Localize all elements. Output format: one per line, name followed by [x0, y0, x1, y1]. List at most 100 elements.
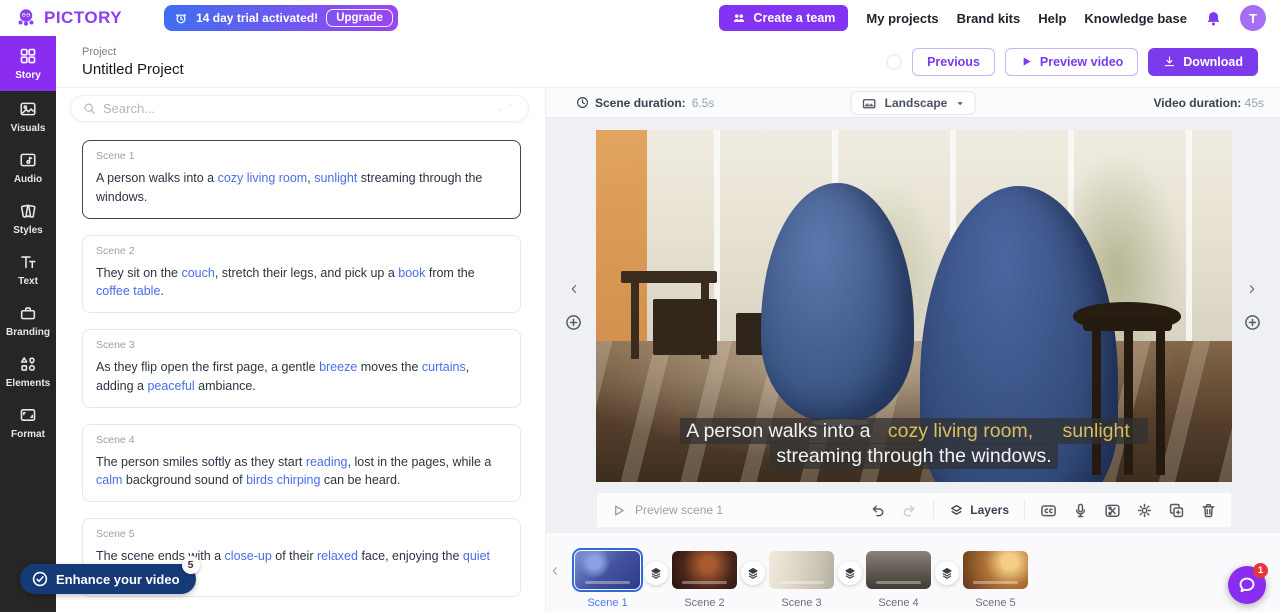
search-input[interactable] — [103, 101, 488, 116]
autosave-indicator — [886, 54, 902, 70]
scene-thumbnail[interactable] — [866, 551, 931, 589]
captions-icon[interactable] — [1040, 502, 1057, 519]
bell-icon[interactable] — [1205, 10, 1222, 27]
add-scene-before-button[interactable] — [565, 314, 582, 331]
scene-card-text[interactable]: A person walks into a cozy living room, … — [96, 169, 507, 207]
sidebar-item-styles[interactable]: Styles — [0, 193, 56, 244]
scene-card-text[interactable]: As they flip open the first page, a gent… — [96, 358, 507, 396]
video-caption[interactable]: A person walks into a cozy living room, … — [596, 419, 1232, 470]
sidebar-item-story[interactable]: Story — [0, 36, 56, 91]
settings-icon[interactable] — [1136, 502, 1153, 519]
orientation-dropdown[interactable]: Landscape — [851, 91, 976, 115]
scene-controls-bar: Preview scene 1 Layers — [596, 492, 1232, 528]
sidebar-item-elements[interactable]: Elements — [0, 346, 56, 397]
filmstrip-scene-1[interactable]: Scene 1 — [575, 551, 640, 609]
create-team-button[interactable]: Create a team — [719, 5, 848, 31]
scene-card-scene-3[interactable]: Scene 3As they flip open the first page,… — [82, 329, 521, 408]
filmstrip-scene-3[interactable]: Scene 3 — [769, 551, 834, 609]
scene-thumbnail[interactable] — [769, 551, 834, 589]
scene-thumbnail-label: Scene 2 — [684, 597, 724, 609]
sidebar-item-visuals[interactable]: Visuals — [0, 91, 56, 142]
filmstrip-scene-4[interactable]: Scene 4 — [866, 551, 931, 609]
trial-message: 14 day trial activated! — [196, 11, 318, 25]
layers-icon — [949, 503, 964, 518]
trial-banner: 14 day trial activated! Upgrade — [164, 5, 398, 31]
transition-button[interactable] — [935, 561, 959, 585]
page-title[interactable]: Untitled Project — [82, 61, 184, 78]
scene-duration-label: Scene duration: — [595, 96, 686, 110]
filmstrip-left-arrow[interactable] — [549, 565, 561, 577]
project-header: Project Untitled Project Previous Previe… — [56, 36, 1280, 88]
transition-button[interactable] — [644, 561, 668, 585]
preview-video-button[interactable]: Preview video — [1005, 48, 1138, 76]
text-icon — [19, 253, 37, 271]
enhance-your-video-button[interactable]: Enhance your video 5 — [20, 564, 196, 594]
landscape-icon — [862, 96, 877, 111]
sidebar-item-label: Styles — [13, 225, 42, 236]
chat-button[interactable]: 1 — [1228, 566, 1266, 604]
scene-card-label: Scene 2 — [96, 245, 507, 257]
nav-link-knowledge-base[interactable]: Knowledge base — [1084, 11, 1187, 26]
image-icon — [19, 100, 37, 118]
scene-card-scene-1[interactable]: Scene 1 A person walks into a cozy living… — [82, 140, 521, 219]
chat-icon — [1237, 575, 1257, 595]
avatar[interactable]: T — [1240, 5, 1266, 31]
transition-button[interactable] — [741, 561, 765, 585]
scene-thumbnail[interactable] — [575, 551, 640, 589]
delete-icon[interactable] — [1200, 502, 1217, 519]
mic-icon[interactable] — [1072, 502, 1089, 519]
scene-card-scene-4[interactable]: Scene 4The person smiles softly as they … — [82, 424, 521, 503]
previous-scene-arrow[interactable] — [568, 283, 580, 295]
trim-icon[interactable] — [1104, 502, 1121, 519]
play-icon — [1020, 55, 1033, 68]
sidebar-item-format[interactable]: Format — [0, 397, 56, 448]
pictory-logo[interactable]: PICTORY — [14, 6, 122, 30]
topnav-links: My projects Brand kits Help Knowledge base — [866, 11, 1187, 26]
filmstrip-scene-5[interactable]: Scene 5 — [963, 551, 1028, 609]
transition-button[interactable] — [838, 561, 862, 585]
caret-down-icon — [955, 99, 964, 108]
project-eyebrow: Project — [82, 46, 184, 58]
grid-icon — [19, 47, 37, 65]
left-sidebar: Story Visuals Audio Styles Text Branding Eleme… — [0, 36, 56, 612]
scene-card-text[interactable]: The person smiles softly as they start r… — [96, 453, 507, 491]
previous-button[interactable]: Previous — [912, 48, 995, 76]
frame-icon — [19, 406, 37, 424]
scene-thumbnail-label: Scene 5 — [975, 597, 1015, 609]
video-duration-label: Video duration: — [1154, 96, 1242, 110]
scene-card-text[interactable]: They sit on the couch, stretch their leg… — [96, 264, 507, 302]
styles-icon — [19, 202, 37, 220]
upgrade-button[interactable]: Upgrade — [326, 9, 393, 27]
scene-thumbnail-label: Scene 1 — [587, 597, 627, 609]
sidebar-item-text[interactable]: Text — [0, 244, 56, 295]
next-scene-arrow[interactable] — [1246, 283, 1258, 295]
undo-icon[interactable] — [869, 502, 886, 519]
search-bar[interactable]: ⌄⌃ — [70, 95, 529, 122]
chat-badge: 1 — [1253, 563, 1268, 578]
nav-link-brand-kits[interactable]: Brand kits — [957, 11, 1021, 26]
scene-filmstrip: Scene 1 Scene 2 Scene 3 Scene 4 Scene 5 — [546, 532, 1280, 612]
duration-bar: Scene duration: 6.5s Landscape Video dur… — [546, 88, 1280, 118]
preview-scene-button[interactable]: Preview scene 1 — [611, 503, 723, 518]
sidebar-item-audio[interactable]: Audio — [0, 142, 56, 193]
sidebar-item-label: Visuals — [11, 123, 46, 134]
download-button[interactable]: Download — [1148, 48, 1258, 76]
sidebar-item-label: Elements — [6, 378, 50, 389]
sidebar-item-branding[interactable]: Branding — [0, 295, 56, 346]
sidebar-item-label: Story — [15, 70, 41, 81]
scene-card-label: Scene 1 — [96, 150, 507, 162]
video-canvas[interactable]: A person walks into a cozy living room, … — [596, 130, 1232, 482]
nav-link-help[interactable]: Help — [1038, 11, 1066, 26]
sidebar-item-label: Audio — [14, 174, 42, 185]
scene-thumbnail[interactable] — [963, 551, 1028, 589]
sidebar-item-label: Branding — [6, 327, 50, 338]
duplicate-icon[interactable] — [1168, 502, 1185, 519]
redo-icon[interactable] — [901, 502, 918, 519]
scene-card-scene-2[interactable]: Scene 2 They sit on the couch, stretch th… — [82, 235, 521, 314]
layers-button[interactable]: Layers — [949, 503, 1009, 518]
search-nav-carets[interactable]: ⌄⌃ — [495, 103, 516, 114]
nav-link-my-projects[interactable]: My projects — [866, 11, 938, 26]
filmstrip-scene-2[interactable]: Scene 2 — [672, 551, 737, 609]
scene-thumbnail[interactable] — [672, 551, 737, 589]
add-scene-after-button[interactable] — [1244, 314, 1261, 331]
